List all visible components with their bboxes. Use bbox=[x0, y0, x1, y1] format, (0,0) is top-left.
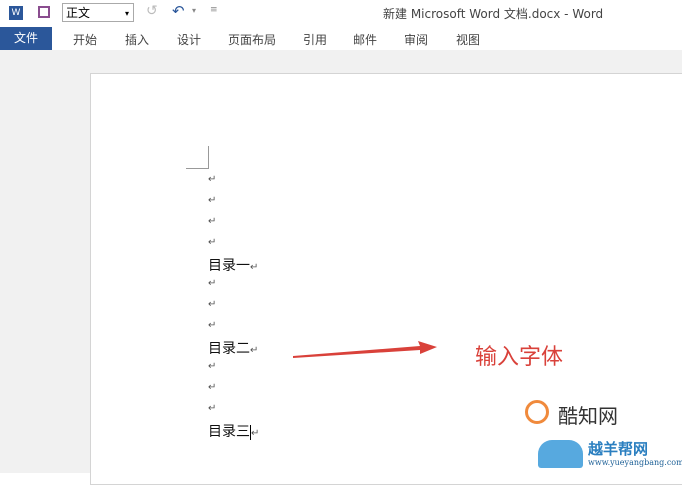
watermark-url: www.yueyangbang.com bbox=[588, 458, 682, 467]
watermark-text: 酷知网 bbox=[558, 404, 618, 428]
watermark-icon bbox=[538, 440, 583, 468]
watermark-text: 越羊帮网 bbox=[588, 440, 649, 458]
watermark-logo bbox=[525, 400, 549, 424]
arrow-shape bbox=[293, 341, 437, 358]
annotation-text: 输入字体 bbox=[475, 345, 564, 370]
